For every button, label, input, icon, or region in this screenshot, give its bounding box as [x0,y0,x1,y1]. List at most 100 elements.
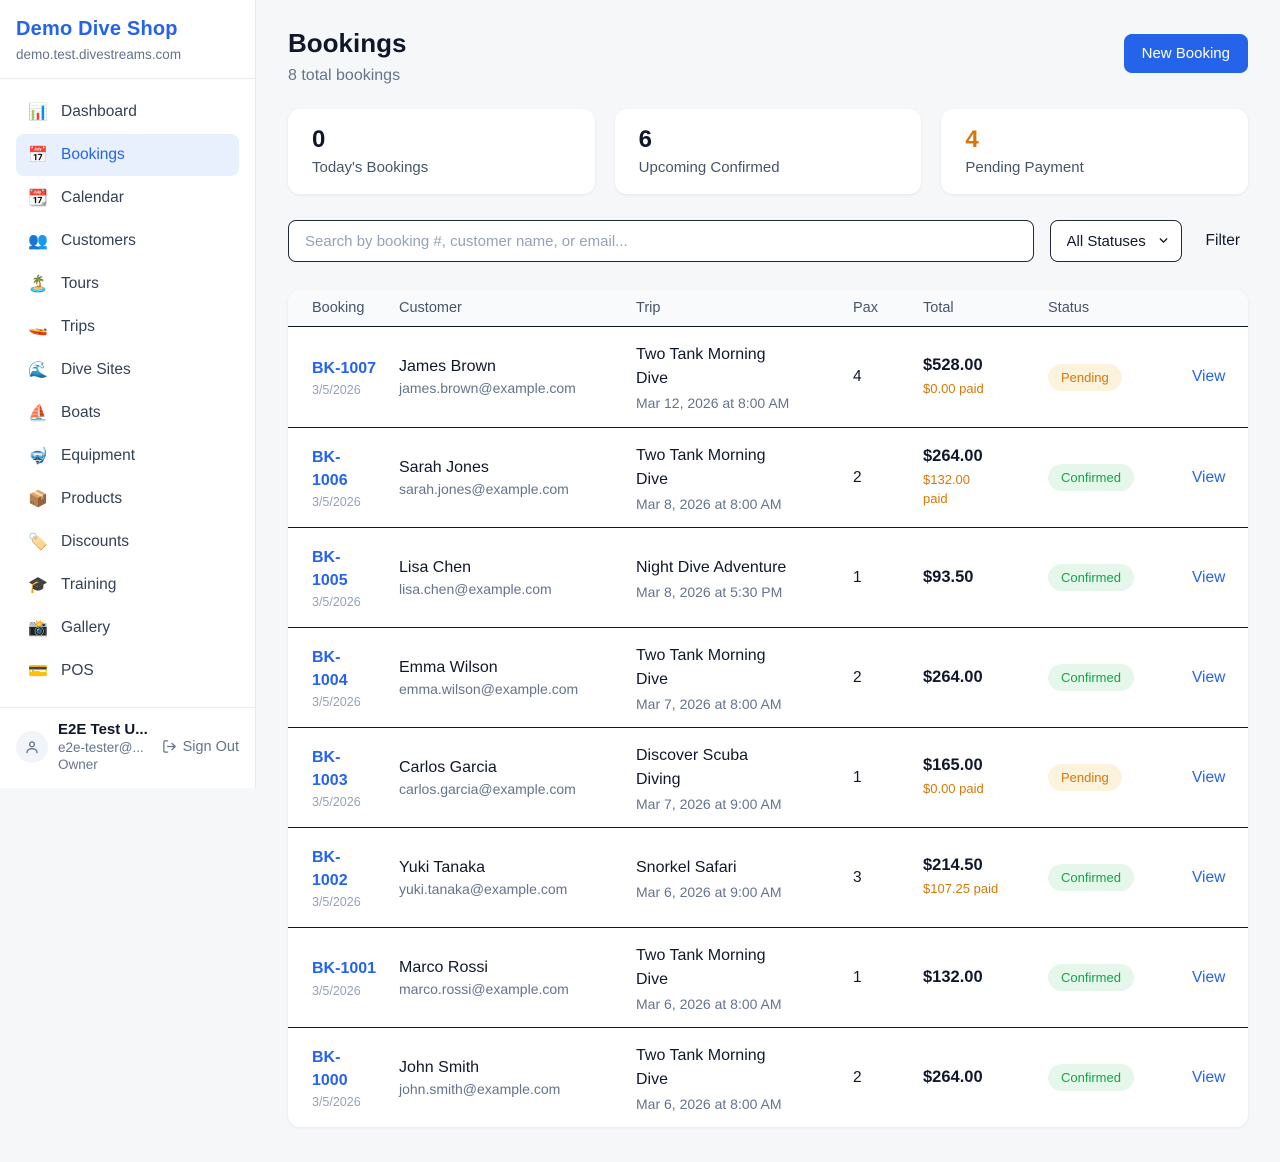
sidebar-item-tours[interactable]: 🏝️Tours [16,263,239,305]
booking-date: 3/5/2026 [312,695,389,709]
view-cell: View [1168,755,1248,801]
customer-email: john.smith@example.com [399,1081,626,1097]
view-link[interactable]: View [1192,368,1225,385]
total-amount: $214.50 [923,856,1038,875]
customer-name: Yuki Tanaka [399,859,626,877]
table-header-row: BookingCustomerTripPaxTotalStatus [288,290,1248,327]
status-cell: Confirmed [1048,1050,1168,1105]
status-cell: Pending [1048,350,1168,405]
customer-email: marco.rossi@example.com [399,981,626,997]
view-cell: View [1168,855,1248,901]
sidebar-item-boats[interactable]: ⛵Boats [16,392,239,434]
total-amount: $93.50 [923,568,1038,587]
total-cell: $165.00 $0.00 paid [923,742,1048,813]
view-link[interactable]: View [1192,869,1225,886]
booking-number-link[interactable]: BK- 1000 [312,1046,348,1092]
discounts-icon: 🏷️ [28,532,48,552]
booking-number-link[interactable]: BK-1007 [312,357,376,380]
customer-name: James Brown [399,358,626,376]
sidebar-footer: E2E Test U... e2e-tester@... Owner Sign … [0,707,255,788]
sidebar-item-calendar[interactable]: 📆Calendar [16,177,239,219]
column-header-booking: Booking [288,300,399,316]
booking-number-link[interactable]: BK- 1006 [312,446,348,492]
sidebar-item-bookings[interactable]: 📅Bookings [16,134,239,176]
page-header: Bookings 8 total bookings New Booking [288,28,1248,85]
table-row: BK- 1000 3/5/2026 John Smith john.smith@… [288,1027,1248,1127]
view-link[interactable]: View [1192,469,1225,486]
sidebar-item-label: Training [61,576,116,594]
booking-number-link[interactable]: BK- 1002 [312,846,348,892]
sign-out-label: Sign Out [183,739,239,755]
view-link[interactable]: View [1192,669,1225,686]
sidebar-item-dashboard[interactable]: 📊Dashboard [16,91,239,133]
view-cell: View [1168,1055,1248,1101]
booking-number-link[interactable]: BK- 1004 [312,646,348,692]
sidebar-item-products[interactable]: 📦Products [16,478,239,520]
customer-cell: Lisa Chen lisa.chen@example.com [399,545,636,611]
customer-cell: Emma Wilson emma.wilson@example.com [399,645,636,711]
total-amount: $264.00 [923,1068,1038,1087]
booking-number-link[interactable]: BK- 1005 [312,546,348,592]
sidebar-item-dive-sites[interactable]: 🌊Dive Sites [16,349,239,391]
customer-cell: Marco Rossi marco.rossi@example.com [399,945,636,1011]
filter-button[interactable]: Filter [1198,232,1248,250]
sidebar-item-customers[interactable]: 👥Customers [16,220,239,262]
column-header-status: Status [1048,300,1168,316]
trip-name: Two Tank Morning Dive [636,1044,843,1092]
view-cell: View [1168,555,1248,601]
sidebar-item-training[interactable]: 🎓Training [16,564,239,606]
sidebar-item-gallery[interactable]: 📸Gallery [16,607,239,649]
status-badge: Confirmed [1048,664,1134,691]
booking-number-link[interactable]: BK- 1003 [312,746,348,792]
customer-name: Lisa Chen [399,559,626,577]
view-link[interactable]: View [1192,969,1225,986]
booking-number-link[interactable]: BK-1001 [312,957,376,980]
pax-count: 3 [853,855,923,901]
booking-cell: BK- 1000 3/5/2026 [288,1032,399,1123]
total-amount: $264.00 [923,668,1038,687]
view-link[interactable]: View [1192,769,1225,786]
trip-name: Discover Scuba Diving [636,744,843,792]
sidebar-item-discounts[interactable]: 🏷️ Discounts [16,521,239,563]
sidebar-item-equipment[interactable]: 🤿Equipment [16,435,239,477]
sidebar-item-label: Dashboard [61,103,137,121]
status-badge: Confirmed [1048,964,1134,991]
booking-date: 3/5/2026 [312,1095,389,1109]
customer-name: Emma Wilson [399,659,626,677]
view-link[interactable]: View [1192,569,1225,586]
customer-cell: Carlos Garcia carlos.garcia@example.com [399,745,636,811]
status-cell: Pending [1048,750,1168,805]
sidebar-item-label: Dive Sites [61,361,131,379]
sidebar-item-label: Discounts [61,533,129,551]
new-booking-button[interactable]: New Booking [1124,34,1248,73]
total-amount: $132.00 [923,968,1038,987]
view-link[interactable]: View [1192,1069,1225,1086]
paid-amount: $0.00 paid [923,779,1038,799]
status-cell: Confirmed [1048,650,1168,705]
customer-email: james.brown@example.com [399,380,626,396]
trip-datetime: Mar 12, 2026 at 8:00 AM [636,395,843,411]
sign-out-button[interactable]: Sign Out [162,739,239,755]
booking-date: 3/5/2026 [312,595,389,609]
filter-controls: All Statuses Filter [288,220,1248,262]
total-cell: $214.50 $107.25 paid [923,842,1048,913]
sidebar-item-pos[interactable]: 💳POS [16,650,239,692]
sidebar-item-trips[interactable]: 🚤Trips [16,306,239,348]
search-input[interactable] [288,220,1034,262]
trip-cell: Two Tank Morning Dive Mar 7, 2026 at 8:0… [636,630,853,726]
trip-cell: Two Tank Morning Dive Mar 6, 2026 at 8:0… [636,1030,853,1126]
sidebar-item-label: Equipment [61,447,135,465]
user-email: e2e-tester@... [58,740,152,755]
status-cell: Confirmed [1048,850,1168,905]
booking-cell: BK- 1005 3/5/2026 [288,532,399,623]
status-cell: Confirmed [1048,450,1168,505]
sidebar-item-label: Calendar [61,189,124,207]
trip-name: Night Dive Adventure [636,556,843,580]
pax-count: 4 [853,354,923,400]
stat-value: 6 [639,126,898,154]
user-role: Owner [58,757,152,772]
status-filter-select[interactable]: All Statuses [1050,220,1182,262]
stat-label: Pending Payment [965,159,1224,176]
customer-cell: James Brown james.brown@example.com [399,344,636,410]
status-select-wrap: All Statuses [1050,220,1182,262]
